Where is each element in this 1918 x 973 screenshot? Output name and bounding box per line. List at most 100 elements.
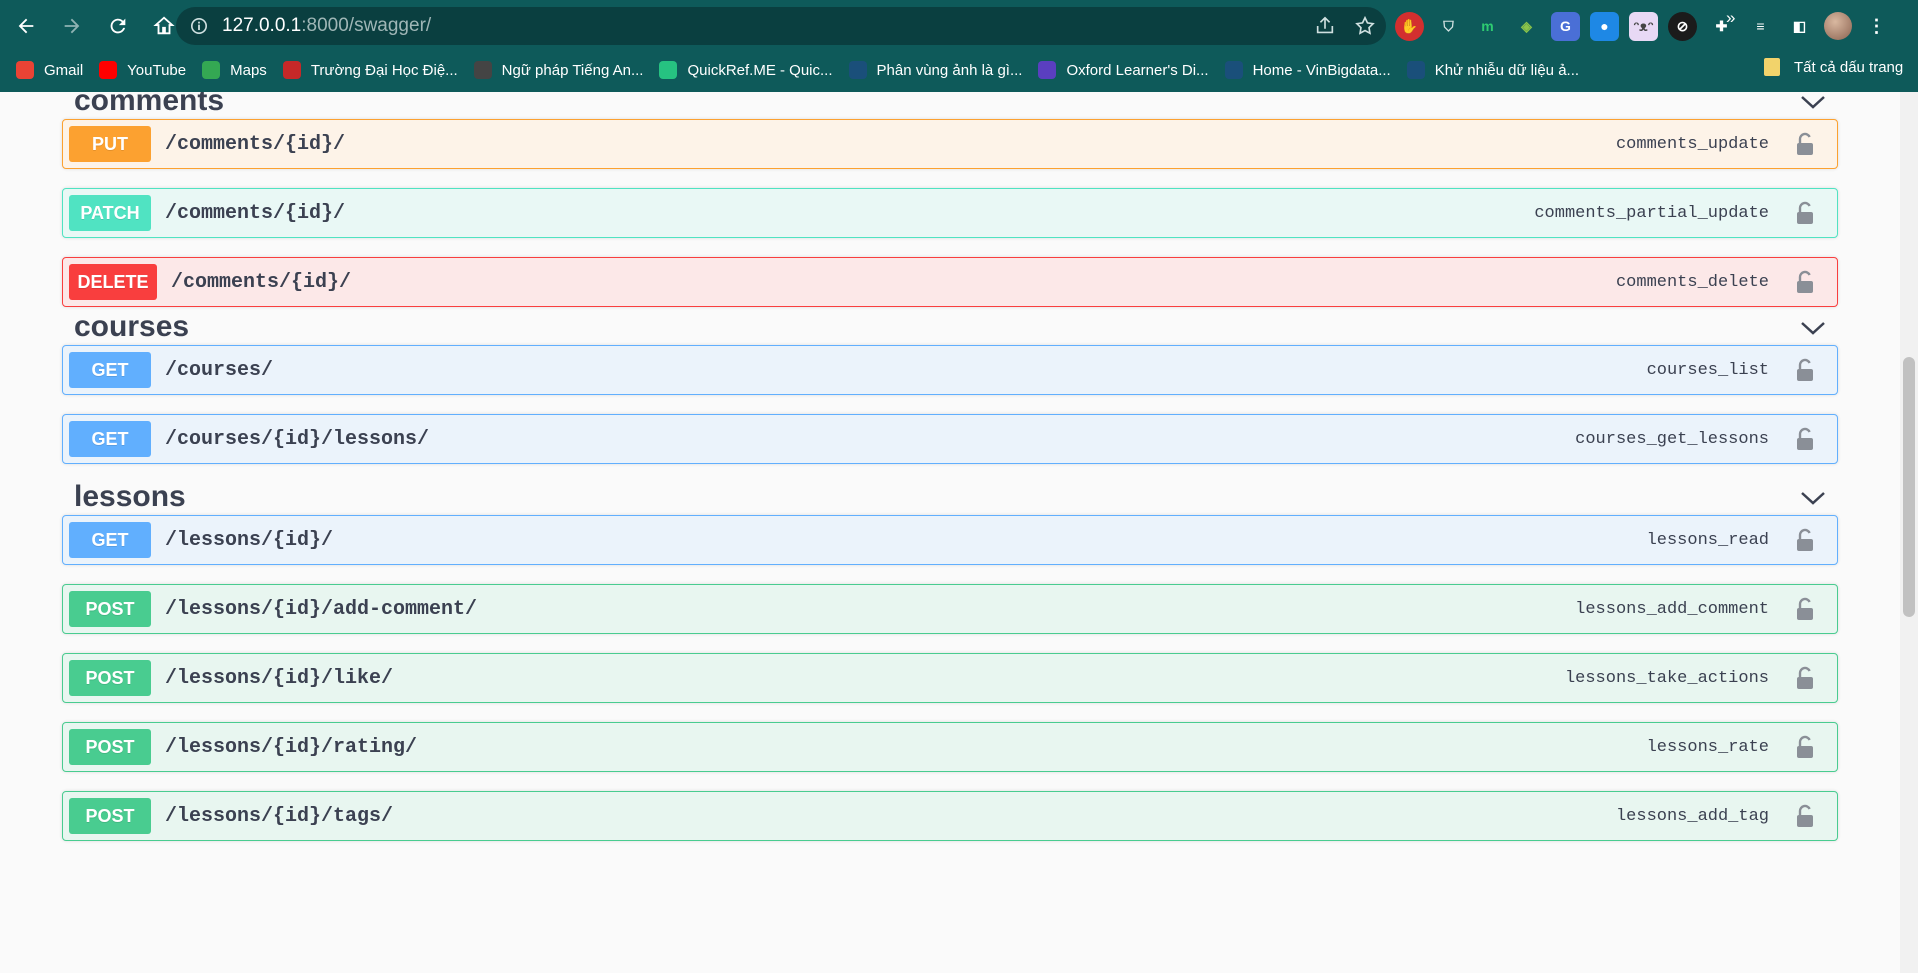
unlock-icon[interactable] — [1795, 201, 1815, 225]
color-extension-icon[interactable]: ◈ — [1512, 12, 1541, 41]
grammar-icon — [473, 61, 492, 79]
all-bookmarks-label: Tất cả dấu trang — [1794, 58, 1904, 76]
bookmark-item[interactable]: YouTube — [99, 61, 186, 79]
operation-path: /comments/{id}/ — [165, 132, 346, 156]
operation-id: courses_get_lessons — [1575, 429, 1769, 449]
operation-id: lessons_add_tag — [1615, 806, 1769, 826]
operation-id: lessons_take_actions — [1564, 668, 1769, 688]
section-title[interactable]: courses — [74, 310, 189, 344]
address-bar[interactable]: 127.0.0.1:8000/swagger/ — [176, 7, 1386, 45]
oxford-icon — [1038, 61, 1057, 79]
back-arrow-icon — [18, 18, 34, 34]
url-text[interactable]: 127.0.0.1:8000/swagger/ — [222, 15, 431, 37]
operation-path: /lessons/{id}/like/ — [165, 666, 394, 690]
kebab-menu-icon[interactable]: ⋮ — [1862, 12, 1891, 41]
shield-extension-icon[interactable]: ⛉ — [1434, 12, 1463, 41]
forward-button[interactable] — [52, 6, 92, 46]
back-button[interactable] — [6, 6, 46, 46]
page-scrollbar[interactable] — [1900, 92, 1918, 973]
url-path: :8000/swagger/ — [301, 15, 432, 36]
heart-icon — [848, 61, 867, 79]
vpn-extension-icon[interactable]: ⊘ — [1668, 11, 1697, 41]
translate-extension-icon[interactable]: G — [1551, 11, 1580, 41]
operation-row[interactable]: POST/lessons/{id}/like/lessons_take_acti… — [62, 653, 1838, 703]
section-title[interactable]: comments — [74, 92, 224, 118]
unlock-icon[interactable] — [1795, 358, 1815, 382]
unlock-icon[interactable] — [1795, 528, 1815, 552]
operation-path: /courses/{id}/lessons/ — [165, 427, 430, 451]
operation-id: courses_list — [1646, 360, 1769, 380]
operation-row[interactable]: GET/courses/courses_list — [62, 345, 1838, 395]
adblock-extension-icon[interactable]: ✋ — [1395, 11, 1424, 41]
operation-path: /courses/ — [165, 358, 274, 382]
home-icon — [153, 16, 175, 35]
maps-icon — [202, 61, 221, 79]
operation-row[interactable]: POST/lessons/{id}/add-comment/lessons_ad… — [62, 584, 1838, 634]
reading-list-icon[interactable]: ≡ — [1746, 12, 1775, 41]
navigation-buttons — [0, 0, 184, 52]
profile-avatar[interactable] — [1824, 12, 1852, 40]
unlock-icon[interactable] — [1795, 804, 1815, 828]
unlock-icon[interactable] — [1795, 270, 1815, 294]
cat-extension-icon[interactable]: ᵔᴥᵔ — [1629, 11, 1658, 41]
reload-icon — [110, 18, 126, 34]
scrollbar-thumb[interactable] — [1903, 357, 1915, 617]
unlock-icon[interactable] — [1795, 132, 1815, 156]
share-icon[interactable] — [1314, 15, 1336, 37]
url-host: 127.0.0.1 — [222, 15, 302, 36]
forward-arrow-icon — [64, 18, 80, 34]
operation-path: /comments/{id}/ — [171, 270, 352, 294]
operation-row[interactable]: POST/lessons/{id}/tags/lessons_add_tag — [62, 791, 1838, 841]
bookmark-item[interactable]: Gmail — [16, 61, 83, 79]
grammar-extension-icon[interactable]: m — [1473, 12, 1502, 41]
bookmark-item[interactable]: Phân vùng ảnh là gì... — [848, 61, 1022, 79]
unlock-icon[interactable] — [1795, 735, 1815, 759]
bookmark-item[interactable]: Home - VinBigdata... — [1224, 61, 1391, 79]
bookmark-item[interactable]: Trường Đại Học Điệ... — [282, 61, 458, 79]
bookmarks-overflow-button[interactable]: » — [1726, 8, 1735, 28]
operation-id: lessons_read — [1646, 530, 1769, 550]
operation-id: lessons_add_comment — [1575, 599, 1769, 619]
operation-row[interactable]: PATCH/comments/{id}/ comments_partial_upd… — [62, 188, 1838, 238]
bookmark-item[interactable]: Khử nhiễu dữ liệu ả... — [1406, 61, 1579, 79]
unlock-icon[interactable] — [1795, 427, 1815, 451]
heart-icon — [1406, 61, 1425, 79]
swagger-page: comments PUT/comments/{id}/ comments_updat… — [0, 92, 1900, 973]
bookmark-item[interactable]: QuickRef.ME - Quic... — [659, 61, 833, 79]
site-info-icon[interactable] — [190, 17, 208, 35]
heart-icon — [1224, 61, 1243, 79]
unlock-icon[interactable] — [1795, 666, 1815, 690]
bookmark-item[interactable]: Maps — [202, 61, 267, 79]
bookmark-label: Gmail — [44, 61, 84, 79]
bookmark-label: Ngữ pháp Tiếng An... — [501, 61, 644, 79]
method-badge: GET — [69, 522, 151, 558]
bookmark-label: Home - VinBigdata... — [1252, 61, 1391, 79]
side-panel-icon[interactable]: ◧ — [1785, 12, 1814, 41]
chevron-down-icon[interactable] — [1800, 94, 1826, 110]
bookmark-label: Oxford Learner's Di... — [1066, 61, 1209, 79]
extensions-bar: ✋ ⛉ m ◈ G ● ᵔᴥᵔ ⊘ ✚ ≡ ◧ ⋮ — [1395, 8, 1891, 44]
reload-button[interactable] — [98, 6, 138, 46]
browser-toolbar: 127.0.0.1:8000/swagger/ ✋ ⛉ m ◈ G ● ᵔᴥᵔ … — [0, 0, 1918, 92]
bookmark-star-icon[interactable] — [1354, 15, 1376, 37]
operation-path: /lessons/{id}/add-comment/ — [165, 597, 478, 621]
bookmark-item[interactable]: Oxford Learner's Di... — [1038, 61, 1209, 79]
operation-row[interactable]: GET/courses/{id}/lessons/courses_get_les… — [62, 414, 1838, 464]
chevron-down-icon[interactable] — [1800, 320, 1826, 336]
operation-row[interactable]: POST/lessons/{id}/rating/lessons_rate — [62, 722, 1838, 772]
water-extension-icon[interactable]: ● — [1590, 11, 1619, 41]
bookmarks-bar: Gmail YouTube Maps Trường Đại Học Điệ... Ngữ… — [0, 52, 1918, 88]
unlock-icon[interactable] — [1795, 597, 1815, 621]
operation-id: comments_partial_update — [1534, 203, 1769, 223]
operation-row[interactable]: PUT/comments/{id}/ comments_update — [62, 119, 1838, 169]
chevron-down-icon[interactable] — [1800, 490, 1826, 506]
method-badge: PATCH — [69, 195, 151, 231]
operation-row[interactable]: GET/lessons/{id}/ lessons_read — [62, 515, 1838, 565]
operation-path: /comments/{id}/ — [165, 201, 346, 225]
section-title[interactable]: lessons — [74, 480, 186, 514]
bookmark-item[interactable]: Ngữ pháp Tiếng An... — [473, 61, 644, 79]
all-bookmarks-folder[interactable]: Tất cả dấu trang — [1764, 58, 1903, 76]
method-badge: POST — [69, 660, 151, 696]
operation-id: lessons_rate — [1646, 737, 1769, 757]
operation-row[interactable]: DELETE/comments/{id}/ comments_delete — [62, 257, 1838, 307]
